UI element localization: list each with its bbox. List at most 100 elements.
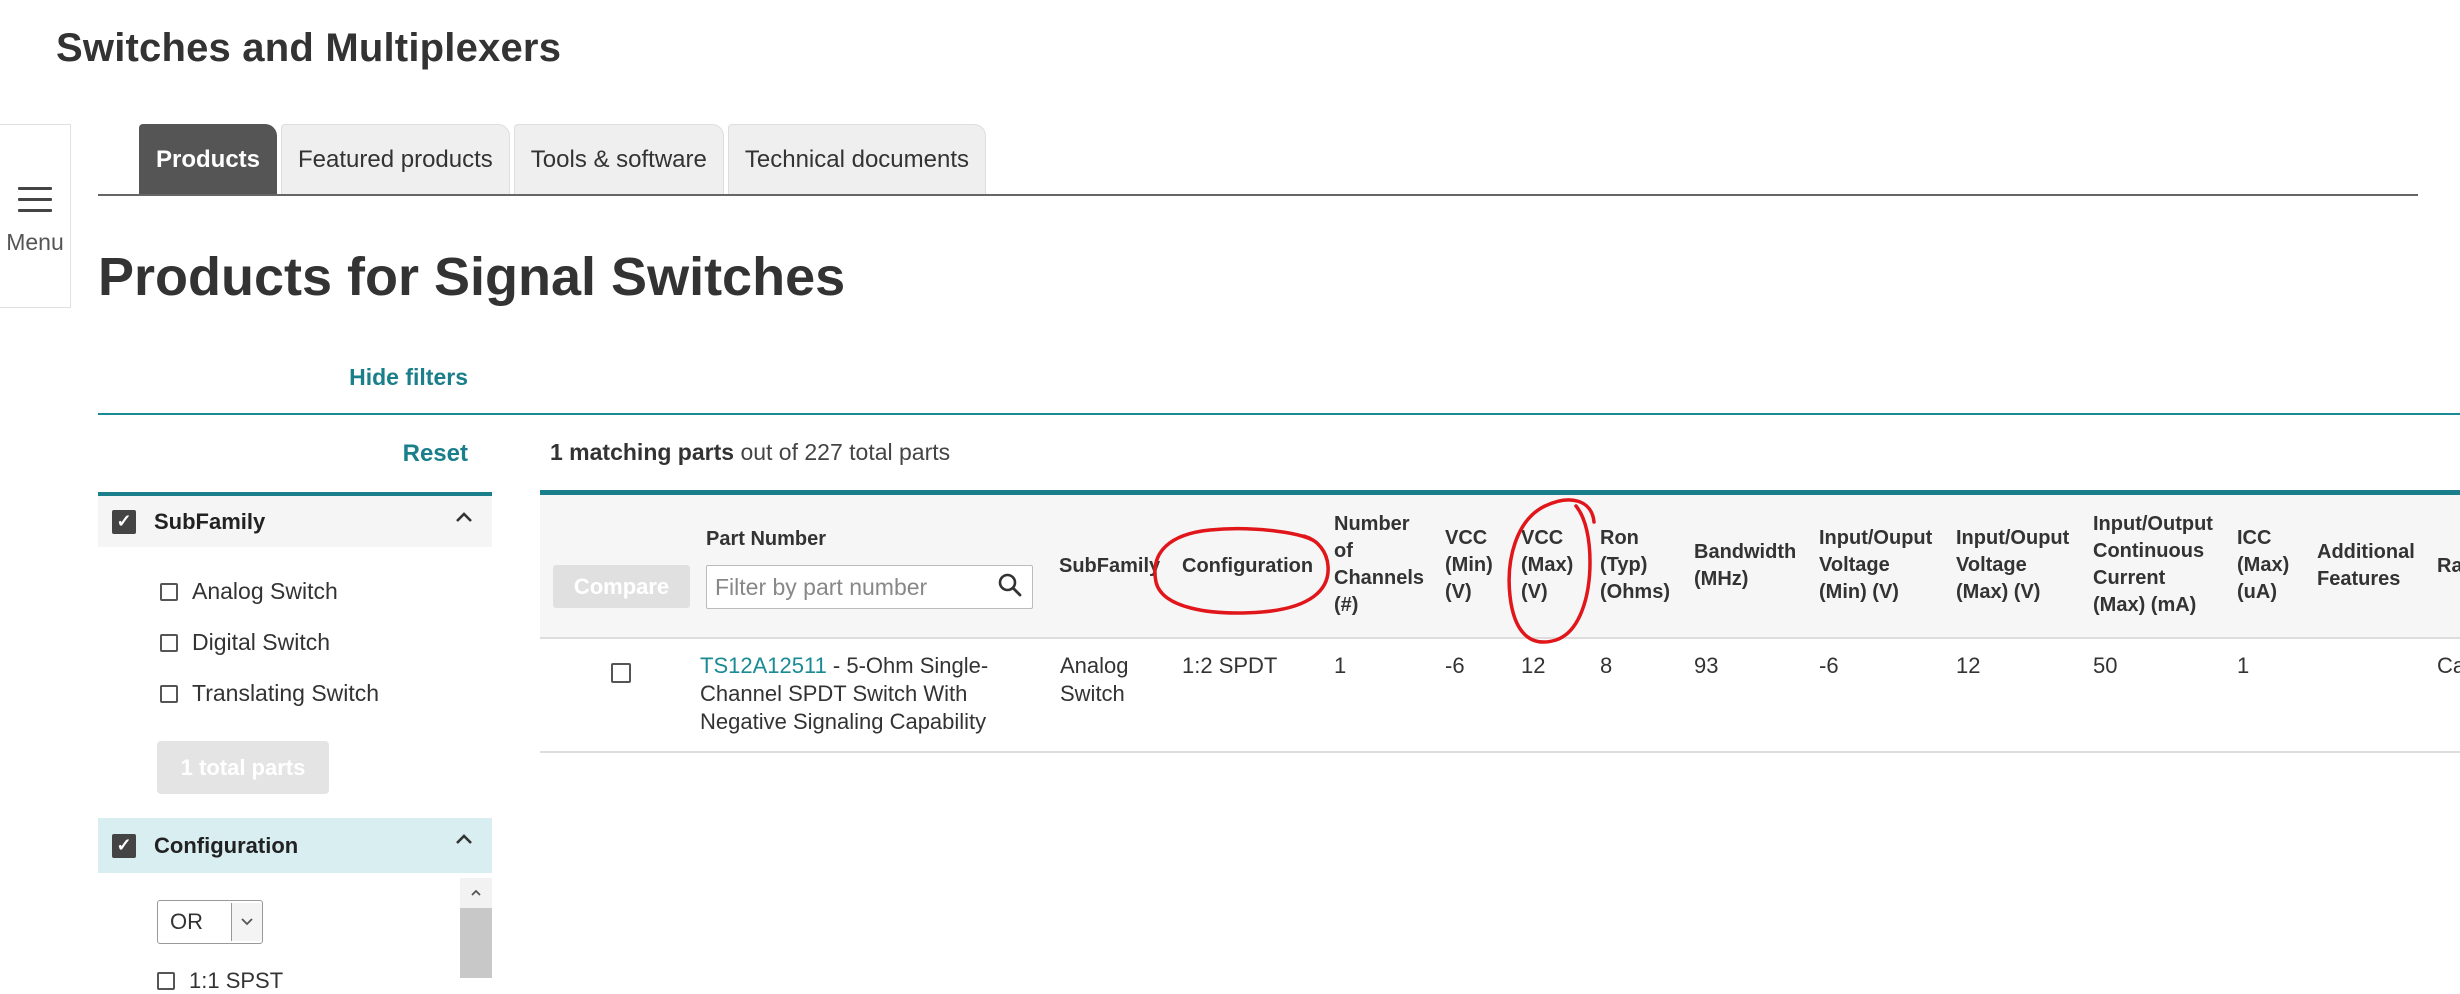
column-label-line: (#) [1334, 594, 1359, 616]
reset-filters-link[interactable]: Reset [380, 440, 468, 468]
filter-option-digital-switch[interactable]: Digital Switch [160, 629, 330, 656]
column-configuration[interactable]: Configuration [1182, 553, 1313, 580]
column-label-line: Bandwidth [1694, 541, 1797, 563]
cell-vcc-max: 12 [1521, 653, 1546, 678]
search-icon[interactable] [997, 572, 1023, 603]
column-label-line: Number [1334, 513, 1410, 535]
total-parts-button[interactable]: 1 total parts [157, 741, 329, 794]
column-label-line: Additional [2317, 541, 2415, 563]
column-label-line: Input/Output [2093, 513, 2213, 535]
configuration-filter-header[interactable]: ✓ Configuration [98, 818, 492, 873]
part-description-line: Channel SPDT Switch With [700, 681, 968, 706]
subfamily-filter-header[interactable]: ✓ SubFamily [98, 492, 492, 547]
match-total: out of 227 total parts [740, 439, 951, 465]
row-select-checkbox[interactable] [611, 663, 631, 683]
column-label-line: (Min) (V) [1819, 581, 1899, 603]
column-label-line: ICC [2237, 527, 2272, 549]
cell-line: Analog [1060, 653, 1129, 678]
column-label-line: (uA) [2237, 581, 2277, 603]
filter-option-analog-switch[interactable]: Analog Switch [160, 578, 338, 605]
checkbox[interactable] [160, 582, 178, 601]
part-number-link[interactable]: TS12A12511 [700, 653, 827, 678]
column-io-current-max[interactable]: Input/Output Continuous Current (Max) (m… [2093, 511, 2213, 619]
column-label-line: Continuous [2093, 540, 2205, 562]
row-divider [540, 751, 2460, 753]
configuration-filter-title: Configuration [154, 832, 299, 858]
tab-products[interactable]: Products [139, 124, 278, 195]
cell-subfamily: Analog Switch [1060, 652, 1129, 708]
filter-option-label: Analog Switch [192, 578, 338, 604]
column-label-line: Channels [1334, 567, 1425, 589]
cell-channels: 1 [1334, 653, 1347, 678]
column-io-voltage-min[interactable]: Input/Ouput Voltage (Min) (V) [1819, 525, 1932, 606]
checkmark-icon[interactable]: ✓ [112, 509, 136, 534]
checkbox[interactable] [160, 633, 178, 652]
tab-featured-products[interactable]: Featured products [281, 124, 510, 195]
checkbox[interactable] [160, 684, 178, 703]
filter-option-label: Translating Switch [192, 680, 380, 706]
column-label-line: (V) [1445, 581, 1472, 603]
checkmark-icon[interactable]: ✓ [112, 833, 136, 858]
part-description-line: TS12A12511 - 5-Ohm Single- [700, 652, 988, 680]
column-label-line: Input/Ouput [1819, 527, 1933, 549]
compare-button[interactable]: Compare [553, 565, 690, 608]
column-rating[interactable]: Ra [2437, 553, 2460, 580]
cell-io-voltage-min: -6 [1819, 653, 1839, 678]
column-label-line: VCC [1445, 527, 1488, 549]
column-part-number[interactable]: Part Number [706, 526, 826, 553]
tab-bar: Products Featured products Tools & softw… [139, 124, 990, 195]
cell-part-number: TS12A12511 - 5-Ohm Single- Channel SPDT … [700, 652, 988, 736]
column-label-line: (Max) (V) [1956, 581, 2041, 603]
logic-select[interactable]: OR [157, 900, 263, 944]
cell-vcc-min: -6 [1445, 653, 1465, 678]
hamburger-icon [18, 187, 52, 213]
column-number-of-channels[interactable]: Number of Channels (#) [1334, 511, 1424, 619]
column-label-line: (Typ) [1600, 554, 1648, 576]
column-label-line: Features [2317, 568, 2401, 590]
column-vcc-min[interactable]: VCC (Min) (V) [1445, 525, 1493, 606]
menu-label: Menu [6, 229, 64, 255]
scroll-thumb[interactable] [460, 908, 492, 978]
part-description: - 5-Ohm Single- [826, 653, 989, 678]
cell-ron: 8 [1600, 653, 1613, 678]
column-icc-max[interactable]: ICC (Max) (uA) [2237, 525, 2289, 606]
filter-option-translating-switch[interactable]: Translating Switch [160, 680, 379, 707]
match-summary: 1 matching parts out of 227 total parts [550, 439, 950, 466]
column-vcc-max[interactable]: VCC (Max) (V) [1521, 525, 1573, 606]
filter-option-partial[interactable]: 1:1 SPST [157, 968, 283, 994]
column-label-line: of [1334, 540, 1353, 562]
filter-option-label: Digital Switch [192, 629, 331, 655]
checkbox[interactable] [157, 972, 175, 990]
column-label-line: (V) [1521, 581, 1548, 603]
tab-tools-software[interactable]: Tools & software [513, 124, 724, 195]
column-ron-typ[interactable]: Ron (Typ) (Ohms) [1600, 525, 1670, 606]
column-label-line: Current [2093, 567, 2166, 589]
hide-filters-link[interactable]: Hide filters [300, 364, 468, 391]
side-menu-button[interactable]: Menu [0, 124, 71, 308]
logic-select-value: OR [170, 909, 203, 934]
column-subfamily[interactable]: SubFamily [1059, 553, 1160, 580]
cell-bandwidth: 93 [1694, 653, 1719, 678]
scroll-up-arrow-icon[interactable] [460, 878, 492, 908]
chevron-up-icon[interactable] [454, 510, 474, 524]
column-label-line: (Max) (mA) [2093, 594, 2197, 616]
cell-rating: Ca [2437, 653, 2460, 678]
cell-configuration: 1:2 SPDT [1182, 653, 1278, 678]
match-count: 1 matching parts [550, 439, 735, 465]
column-bandwidth[interactable]: Bandwidth (MHz) [1694, 539, 1796, 593]
chevron-up-icon[interactable] [454, 832, 474, 846]
tab-divider [98, 194, 2418, 196]
column-io-voltage-max[interactable]: Input/Ouput Voltage (Max) (V) [1956, 525, 2069, 606]
column-label-line: Voltage [1956, 554, 2027, 576]
part-description-line: Negative Signaling Capability [700, 709, 987, 734]
column-additional-features[interactable]: Additional Features [2317, 539, 2415, 593]
filter-option-label: 1:1 SPST [189, 968, 284, 993]
filters-divider [98, 413, 2460, 415]
chevron-down-icon[interactable] [230, 903, 262, 941]
site-title: Switches and Multiplexers [56, 26, 562, 70]
part-number-filter [706, 565, 1033, 609]
column-label-line: (Max) [2237, 554, 2290, 576]
part-number-search-input[interactable] [713, 572, 987, 602]
tab-technical-documents[interactable]: Technical documents [727, 124, 986, 195]
cell-io-current: 50 [2093, 653, 2118, 678]
